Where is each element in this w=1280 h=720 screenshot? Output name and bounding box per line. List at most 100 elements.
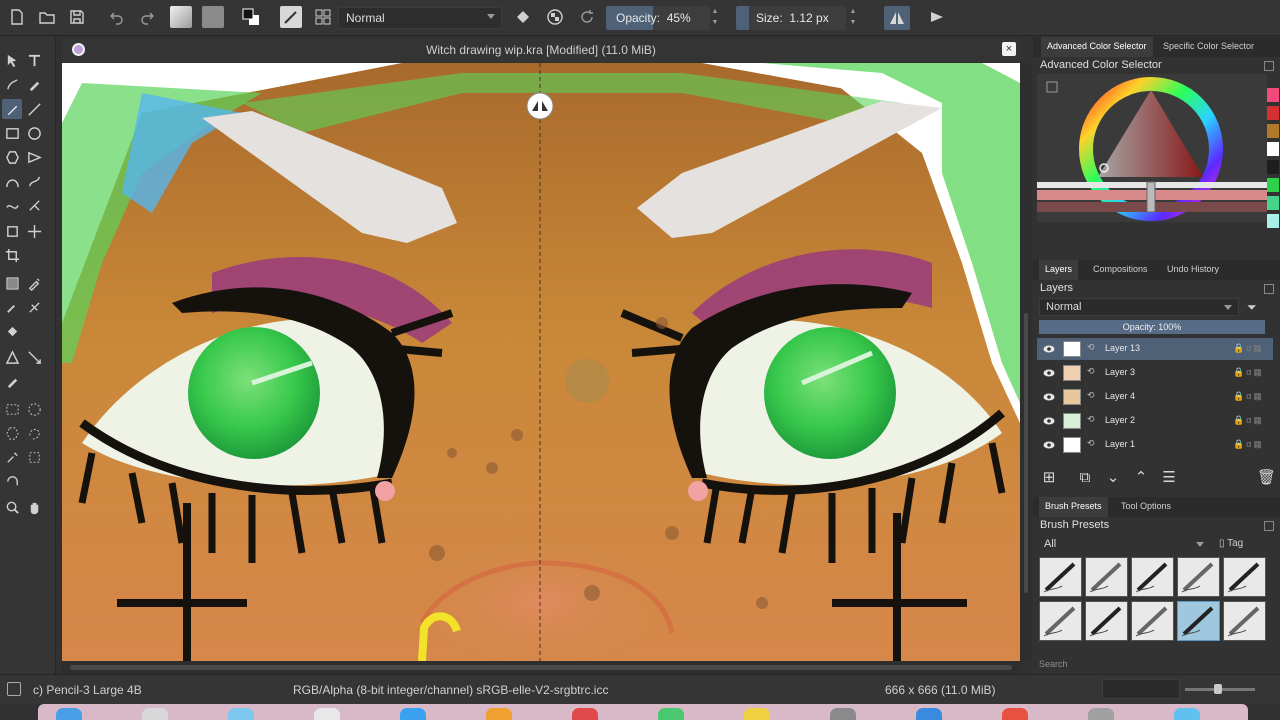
brush-preset-tile[interactable] [1039, 601, 1082, 641]
layer-flags-icon[interactable]: 🔒α▦ [1233, 439, 1269, 451]
gradient-swatch[interactable] [170, 6, 192, 28]
visibility-eye-icon[interactable] [1043, 439, 1055, 451]
float-panel-icon[interactable] [1264, 61, 1274, 71]
pattern-swatch[interactable] [202, 6, 224, 28]
add-layer-icon[interactable]: ⊞ [1041, 470, 1057, 486]
mirror-vertical-icon[interactable] [926, 6, 948, 28]
mirror-horizontal-icon[interactable] [884, 6, 910, 30]
drawing-canvas[interactable] [62, 63, 1020, 661]
move-layer-down-icon[interactable]: ⌄ [1105, 470, 1121, 486]
ellipse-tool-icon[interactable] [24, 123, 44, 143]
dock-app-icon[interactable] [228, 708, 254, 720]
dock-app-icon[interactable] [486, 708, 512, 720]
ellipse-selection-icon[interactable] [24, 399, 44, 419]
polygon-tool-icon[interactable] [2, 147, 22, 167]
pan-tool-icon[interactable] [24, 497, 44, 517]
brush-preset-tile[interactable] [1085, 557, 1128, 597]
measure-tool-icon[interactable] [24, 347, 44, 367]
brush-preset-tile[interactable] [1223, 557, 1266, 597]
fill-tool-icon[interactable] [2, 321, 22, 341]
alpha-lock-icon[interactable]: ⟲ [1087, 414, 1097, 426]
bezier-tool-icon[interactable] [2, 171, 22, 191]
select-shapes-icon[interactable] [2, 50, 22, 70]
polyline-tool-icon[interactable] [24, 147, 44, 167]
line-tool-icon[interactable] [24, 99, 44, 119]
dock-app-icon[interactable] [658, 708, 684, 720]
color-picker-icon[interactable] [24, 273, 44, 293]
zoom-dropdown[interactable] [1102, 679, 1180, 699]
move-layer-up-icon[interactable]: ⌃ [1133, 470, 1149, 486]
freehand-path-icon[interactable] [24, 171, 44, 191]
move-tool-icon[interactable] [24, 221, 44, 241]
brush-preset-icon[interactable] [280, 6, 302, 28]
reference-images-icon[interactable] [2, 371, 22, 391]
brush-filter-dropdown[interactable]: All [1037, 535, 1211, 553]
tab-brush-presets[interactable]: Brush Presets [1039, 497, 1108, 517]
reload-preset-icon[interactable] [576, 6, 598, 28]
visibility-eye-icon[interactable] [1043, 415, 1055, 427]
mirror-axis-handle[interactable] [526, 92, 554, 120]
color-history-swatch[interactable] [1267, 142, 1279, 156]
color-wheel[interactable] [1037, 74, 1267, 222]
crop-tool-icon[interactable] [2, 245, 22, 265]
layer-properties-icon[interactable]: ☰ [1161, 470, 1177, 486]
float-panel-icon[interactable] [1264, 521, 1274, 531]
polygon-selection-icon[interactable] [2, 423, 22, 443]
layer-row[interactable]: ⟲ Layer 13 🔒α▦ [1037, 338, 1273, 360]
vertical-scrollbar[interactable] [1020, 63, 1032, 661]
color-history-swatch[interactable] [1267, 124, 1279, 138]
dock-app-icon[interactable] [1174, 708, 1200, 720]
visibility-eye-icon[interactable] [1043, 343, 1055, 355]
alpha-lock-icon[interactable]: ⟲ [1087, 366, 1097, 378]
opacity-slider[interactable]: Opacity: 45% [606, 6, 710, 30]
color-history-strip[interactable] [1267, 88, 1279, 248]
delete-layer-icon[interactable]: 🗑 [1257, 470, 1276, 486]
zoom-slider-handle[interactable] [1214, 684, 1222, 694]
opacity-stepper[interactable]: ▲ ▼ [710, 6, 720, 30]
brush-preset-tile[interactable] [1131, 557, 1174, 597]
close-document-button[interactable]: × [1002, 42, 1016, 56]
tag-button[interactable]: ▯ Tag [1219, 538, 1243, 549]
color-history-swatch[interactable] [1267, 196, 1279, 210]
colorize-mask-icon[interactable] [2, 297, 22, 317]
dock-app-icon[interactable] [572, 708, 598, 720]
blend-mode-dropdown[interactable]: Normal [338, 7, 502, 29]
redo-icon[interactable] [136, 6, 158, 28]
brush-preset-tile[interactable] [1177, 601, 1220, 641]
layer-row[interactable]: ⟲ Layer 3 🔒α▦ [1037, 362, 1273, 384]
layer-opacity-slider[interactable]: Opacity: 100% [1039, 320, 1265, 334]
alpha-lock-icon[interactable]: ⟲ [1087, 438, 1097, 450]
magnetic-selection-icon[interactable] [2, 471, 22, 491]
size-stepper[interactable]: ▲ ▼ [848, 6, 858, 30]
eraser-mode-icon[interactable] [512, 6, 534, 28]
multibrush-icon[interactable] [24, 195, 44, 215]
layer-row[interactable]: ⟲ Layer 4 🔒α▦ [1037, 386, 1273, 408]
tab-advanced-color-selector[interactable]: Advanced Color Selector [1041, 37, 1153, 57]
dock-app-icon[interactable] [142, 708, 168, 720]
brush-preset-tile[interactable] [1131, 601, 1174, 641]
brush-search-input[interactable]: Search [1039, 659, 1068, 669]
tab-tool-options[interactable]: Tool Options [1115, 497, 1177, 517]
brush-preset-tile[interactable] [1223, 601, 1266, 641]
layer-row[interactable]: ⟲ Layer 2 🔒α▦ [1037, 410, 1273, 432]
brush-preset-tile[interactable] [1039, 557, 1082, 597]
freehand-brush-icon[interactable] [2, 99, 22, 119]
dynamic-brush-icon[interactable] [2, 195, 22, 215]
rectangle-tool-icon[interactable] [2, 123, 22, 143]
gradient-tool-icon[interactable] [2, 273, 22, 293]
transform-tool-icon[interactable] [2, 221, 22, 241]
dock-app-icon[interactable] [1088, 708, 1114, 720]
tab-layers[interactable]: Layers [1039, 260, 1079, 280]
color-history-swatch[interactable] [1267, 214, 1279, 228]
filter-icon[interactable]: ⏷ [1247, 300, 1261, 314]
zoom-tool-icon[interactable] [2, 497, 22, 517]
dock-app-icon[interactable] [1002, 708, 1028, 720]
alpha-lock-icon[interactable]: ⟲ [1087, 342, 1097, 354]
calligraphy-icon[interactable] [24, 74, 44, 94]
tab-undo-history[interactable]: Undo History [1161, 260, 1225, 280]
undo-icon[interactable] [106, 6, 128, 28]
preserve-alpha-icon[interactable] [544, 6, 566, 28]
smart-patch-icon[interactable] [24, 297, 44, 317]
duplicate-layer-icon[interactable]: ⧉ [1077, 470, 1093, 486]
layer-flags-icon[interactable]: 🔒α▦ [1233, 367, 1269, 379]
